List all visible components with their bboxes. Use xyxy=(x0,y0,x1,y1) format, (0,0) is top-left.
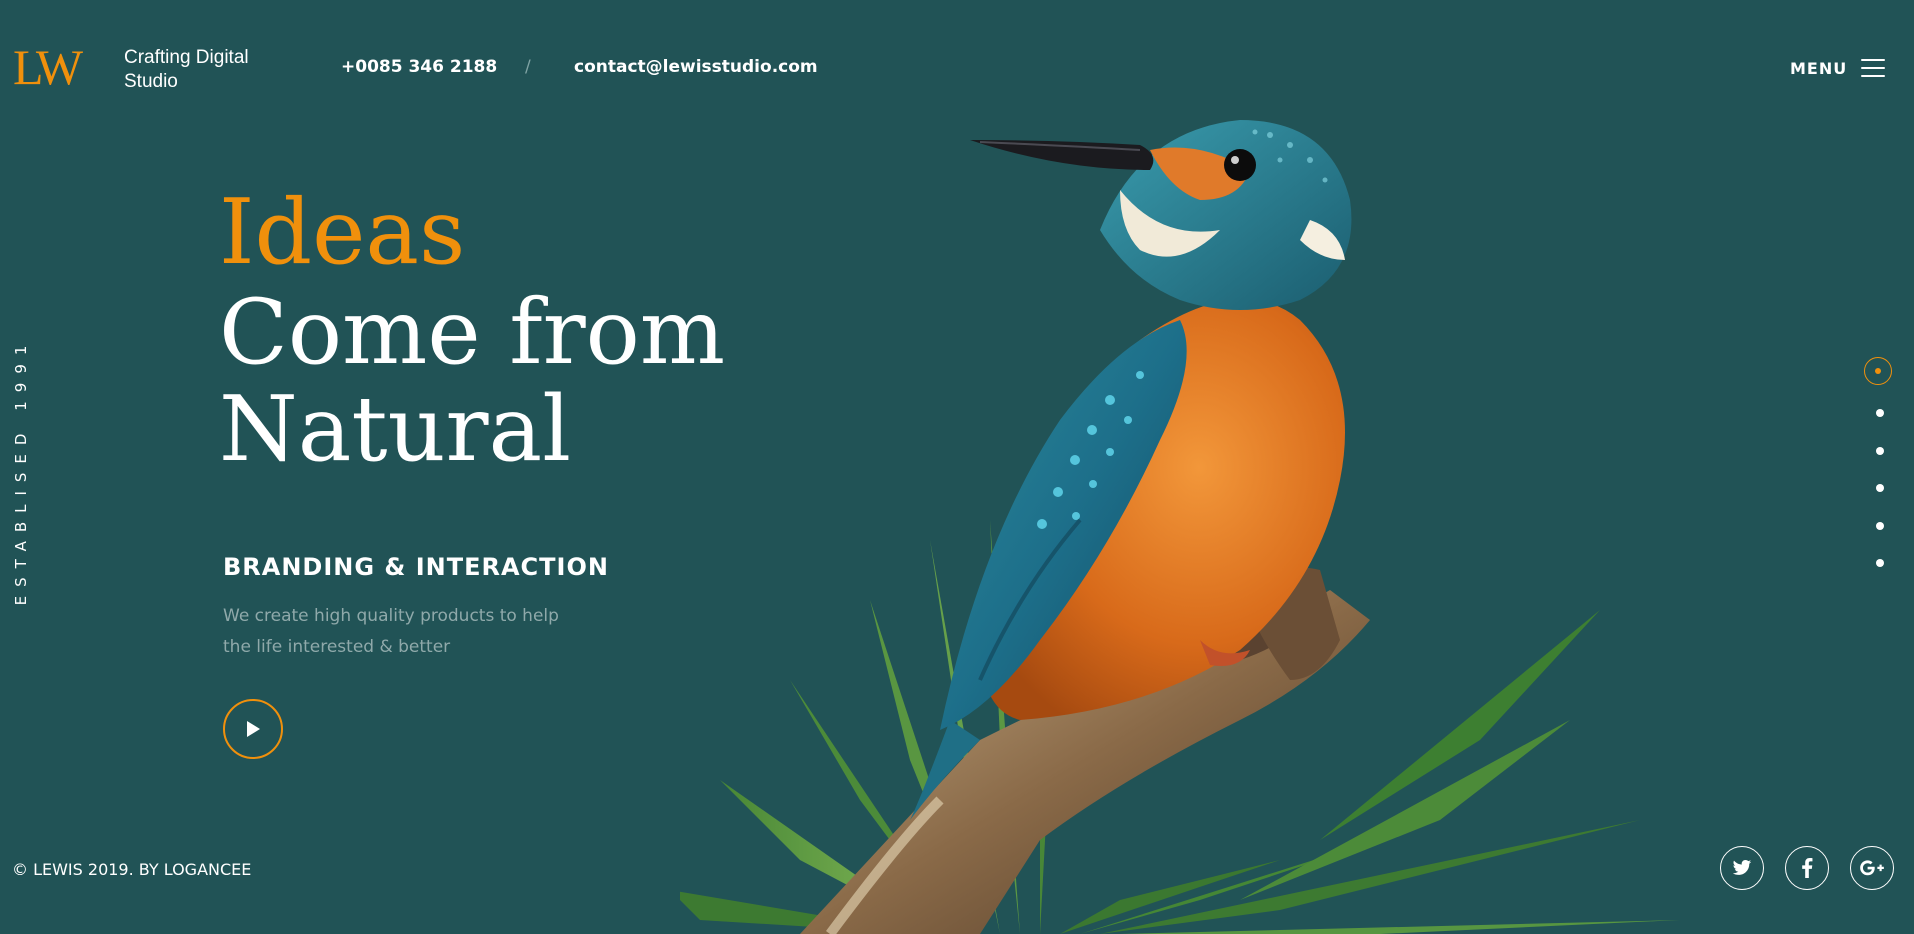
google-plus-icon xyxy=(1860,860,1884,876)
phone-link[interactable]: +0085 346 2188 xyxy=(341,57,497,77)
hero-heading-accent: Ideas xyxy=(219,180,466,285)
slide-dot[interactable] xyxy=(1876,484,1884,492)
copyright-text: © LEWIS 2019. BY LOGANCEE xyxy=(12,860,252,879)
facebook-button[interactable] xyxy=(1785,846,1829,890)
established-label: ESTABLISED 1991 xyxy=(12,336,30,606)
hero-heading-line2: Come from xyxy=(219,280,726,385)
twitter-icon xyxy=(1732,860,1752,875)
menu-button[interactable]: MENU xyxy=(1790,54,1886,82)
play-video-button[interactable] xyxy=(223,699,283,759)
hamburger-icon xyxy=(1861,59,1886,77)
hero-subtitle: BRANDING & INTERACTION xyxy=(223,553,609,581)
kingfisher-illustration xyxy=(680,120,1680,934)
slide-dot[interactable] xyxy=(1876,447,1884,455)
logo-tagline: Crafting Digital Studio xyxy=(124,47,249,92)
menu-label: MENU xyxy=(1790,58,1848,78)
slide-dot[interactable] xyxy=(1876,559,1884,567)
landing-page: LW Crafting Digital Studio +0085 346 218… xyxy=(0,0,1914,934)
hero-heading-line3: Natural xyxy=(219,377,572,482)
logo-mark[interactable]: LW xyxy=(13,42,83,92)
play-icon xyxy=(247,721,260,737)
facebook-icon xyxy=(1802,858,1813,878)
email-link[interactable]: contact@lewisstudio.com xyxy=(574,57,818,77)
header-separator: / xyxy=(525,57,531,77)
twitter-button[interactable] xyxy=(1720,846,1764,890)
slide-dot-active[interactable] xyxy=(1864,357,1892,385)
google-plus-button[interactable] xyxy=(1850,846,1894,890)
slide-dot[interactable] xyxy=(1876,409,1884,417)
hero-description: We create high quality products to help … xyxy=(223,606,559,657)
slide-dot[interactable] xyxy=(1876,522,1884,530)
